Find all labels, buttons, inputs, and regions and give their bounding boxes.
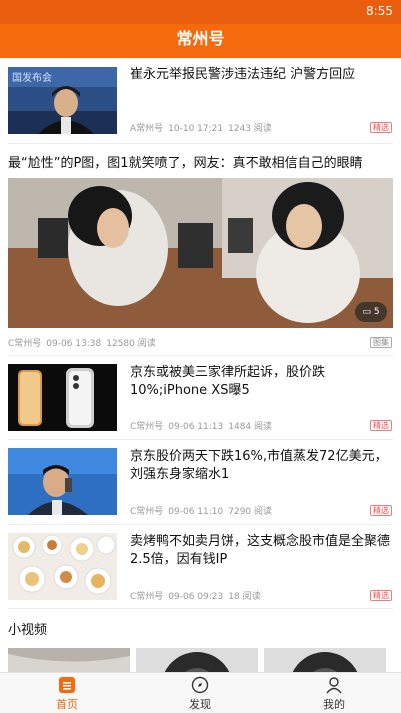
tab-home[interactable]: 首页 [37,676,97,712]
image-count: 5 [373,307,380,317]
news-reads: 18 阅读 [228,592,261,602]
gallery-title[interactable]: 最“尬性”的P图，图1就笑喷了，网友：真不敢相信自己的眼睛 [8,152,363,171]
news-source: C常州号 [130,592,164,602]
compass-icon [191,676,209,694]
tag-featured: 精选 [370,420,392,431]
gallery-reads: 12580 阅读 [106,339,156,349]
tab-me[interactable]: 我的 [304,676,364,712]
video-preview-image [8,648,130,672]
news-thumbnail[interactable] [8,448,117,515]
tab-label: 我的 [323,698,345,711]
news-title[interactable]: 京东股价两天下跌16%,市值蒸发72亿美元，刘强东身家缩水1 [130,448,391,484]
news-source: C常州号 [130,422,164,432]
news-thumbnail[interactable]: 国发布会 [8,67,117,134]
status-time: 8:55 [366,4,393,18]
image-count-badge: ▭ 5 [355,302,387,322]
news-meta: C常州号 09-06 11:13 1484 阅读 [130,419,277,432]
gallery-icon: ▭ [362,307,371,317]
news-meta: C常州号 09-06 09:23 18 阅读 [130,589,266,602]
bottom-nav: 首页 发现 我的 [0,672,401,713]
person-icon [326,677,342,694]
news-thumbnail[interactable] [8,364,117,431]
news-meta: C常州号 09-06 11:10 7290 阅读 [130,504,277,517]
video-thumbnail[interactable] [8,648,130,672]
news-item[interactable]: 国发布会 崔永元举报民警涉违法违纪 沪警方回应 A常州号 10-10 17:21 1… [0,58,401,136]
home-doc-icon [59,677,75,693]
status-bar: 8:55 [0,0,401,24]
news-title[interactable]: 京东或被美三家律所起诉，股价跌10%;iPhone XS曝5 [130,364,391,400]
divider [8,355,393,356]
tab-discover[interactable]: 发现 [170,676,230,712]
video-preview-image [264,648,386,672]
news-item[interactable]: 京东或被美三家律所起诉，股价跌10%;iPhone XS曝5 C常州号 09-06… [0,362,401,438]
gallery-meta: C常州号 09-06 13:38 12580 阅读 [8,336,161,349]
news-time: 10-10 17:21 [168,124,224,134]
news-meta: A常州号 10-10 17:21 1243 阅读 [130,121,277,134]
title-bar: 常州号 [0,24,401,58]
section-title-short-video: 小视频 [8,623,48,638]
news-time: 09-06 09:23 [168,592,224,602]
tag-featured: 精选 [370,122,392,133]
news-reads: 1243 阅读 [228,124,272,134]
divider [8,143,393,144]
news-time: 09-06 11:13 [168,422,224,432]
news-source: C常州号 [130,507,164,517]
news-time: 09-06 11:10 [168,507,224,517]
phone-call-photo [8,448,117,515]
gallery-image[interactable]: ▭ 5 [8,178,393,328]
news-item[interactable]: 京东股价两天下跌16%,市值蒸发72亿美元，刘强东身家缩水1 C常州号 09-06… [0,446,401,524]
news-item[interactable]: 卖烤鸭不如卖月饼，这支概念股市值是全聚德2.5倍，因有钱IP C常州号 09-06… [0,531,401,609]
page-title: 常州号 [176,29,225,48]
tag-featured: 精选 [370,505,392,516]
news-title[interactable]: 卖烤鸭不如卖月饼，这支概念股市值是全聚德2.5倍，因有钱IP [130,533,391,569]
gallery-time: 09-06 13:38 [46,339,102,349]
divider [8,439,393,440]
divider [8,608,393,609]
gallery-source: C常州号 [8,339,42,349]
press-conference-photo: 国发布会 [8,67,117,134]
tag-gallery: 图集 [370,337,392,348]
news-title[interactable]: 崔永元举报民警涉违法违纪 沪警方回应 [130,66,391,84]
video-thumbnail[interactable] [264,648,386,672]
iphone-photo [8,364,117,431]
gallery-photo [8,178,393,328]
tab-label: 发现 [189,698,211,711]
video-preview-image [136,648,258,672]
food-photo [8,533,117,600]
tag-featured: 精选 [370,590,392,601]
news-reads: 7290 阅读 [228,507,273,517]
news-source: A常州号 [130,124,164,134]
news-thumbnail[interactable] [8,533,117,600]
divider [8,524,393,525]
svg-text:国发布会: 国发布会 [12,71,52,84]
news-reads: 1484 阅读 [228,422,273,432]
video-thumbnail[interactable] [136,648,258,672]
news-feed[interactable]: 国发布会 崔永元举报民警涉违法违纪 沪警方回应 A常州号 10-10 17:21 1… [0,58,401,672]
tab-label: 首页 [56,698,78,711]
